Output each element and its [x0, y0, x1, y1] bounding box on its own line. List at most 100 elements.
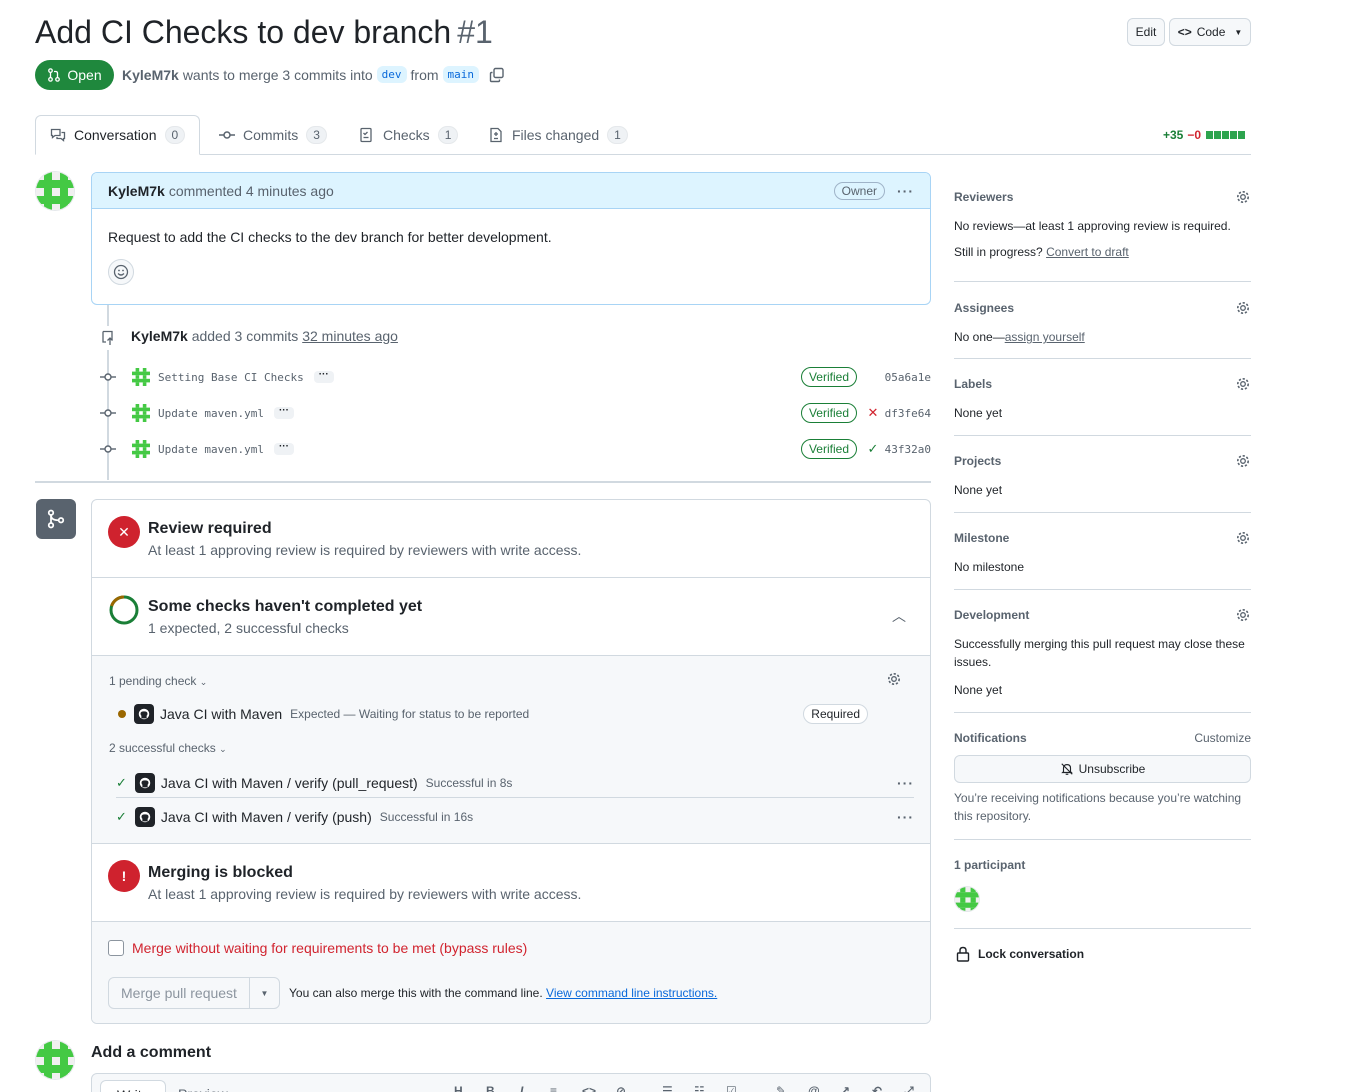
reviewers-header[interactable]: Reviewers	[954, 189, 1251, 205]
chevron-up-icon[interactable]: ︿	[892, 606, 906, 626]
assignees-header[interactable]: Assignees	[954, 300, 1251, 316]
expand-commit-button[interactable]: ···	[273, 442, 294, 455]
mention-icon[interactable]: @	[808, 1084, 820, 1092]
commit-sha-link[interactable]: 05a6a1e	[883, 371, 931, 384]
bypass-rules-option[interactable]: Merge without waiting for requirements t…	[108, 940, 527, 956]
preview-tab[interactable]: Preview	[162, 1080, 244, 1092]
gear-icon[interactable]	[1235, 530, 1251, 546]
comment-timestamp[interactable]: commented 4 minutes ago	[169, 183, 334, 199]
check-row-pending[interactable]: Java CI with Maven Expected — Waiting fo…	[118, 704, 868, 724]
avatar[interactable]	[35, 1040, 75, 1080]
participant-avatar[interactable]	[954, 886, 980, 912]
milestone-header[interactable]: Milestone	[954, 530, 1251, 546]
task-list-icon[interactable]: ☑	[726, 1084, 737, 1092]
base-branch-label[interactable]: dev	[376, 66, 407, 83]
reply-icon[interactable]: ↶	[872, 1084, 882, 1092]
bold-icon[interactable]: B	[486, 1084, 495, 1092]
x-failure-icon[interactable]: ✕	[863, 405, 883, 421]
merge-options-dropdown[interactable]: ▼	[248, 978, 279, 1008]
tab-files-changed[interactable]: Files changed 1	[488, 115, 628, 155]
assign-yourself-link[interactable]: assign yourself	[1005, 330, 1085, 344]
expand-commit-button[interactable]: ···	[313, 370, 334, 383]
write-tab[interactable]: Write	[100, 1080, 167, 1092]
tab-label: Checks	[383, 127, 430, 143]
owner-badge: Owner	[833, 181, 885, 200]
customize-link[interactable]: Customize	[1194, 731, 1251, 745]
comment-author[interactable]: KyleM7k	[108, 183, 165, 199]
tab-conversation[interactable]: Conversation 0	[35, 115, 201, 155]
kebab-menu-icon[interactable]: ···	[897, 775, 914, 791]
gear-icon[interactable]	[1235, 453, 1251, 469]
code-button[interactable]: <> Code ▼	[1169, 18, 1251, 46]
lock-conversation-label: Lock conversation	[978, 947, 1085, 961]
cross-reference-icon[interactable]: ↗	[840, 1084, 850, 1092]
unordered-list-icon[interactable]: ☷	[694, 1084, 705, 1092]
code-button-label: Code	[1196, 25, 1226, 39]
gear-icon[interactable]	[1235, 376, 1251, 392]
quote-icon[interactable]: ≡	[550, 1084, 557, 1092]
italic-icon[interactable]: I	[520, 1084, 523, 1092]
git-commit-icon	[100, 445, 116, 453]
commit-sha-link[interactable]: df3fe64	[883, 407, 931, 420]
notifications-reason: You’re receiving notifications because y…	[954, 791, 1242, 823]
gear-icon[interactable]	[1235, 607, 1251, 623]
required-badge: Required	[803, 704, 868, 724]
diffstat-deletions: −0	[1187, 128, 1202, 142]
merging-blocked-title: Merging is blocked	[148, 864, 293, 881]
comment-discussion-icon	[50, 128, 66, 142]
labels-title: Labels	[954, 377, 993, 391]
verified-badge[interactable]: Verified	[800, 367, 857, 387]
check-success-icon[interactable]: ✓	[863, 441, 883, 457]
edit-button[interactable]: Edit	[1127, 18, 1165, 46]
head-branch-label[interactable]: main	[442, 66, 480, 83]
tab-label: Commits	[243, 127, 299, 143]
avatar[interactable]	[35, 171, 75, 211]
fullscreen-icon[interactable]: ⤢	[904, 1084, 914, 1092]
convert-to-draft-link[interactable]: Convert to draft	[1046, 245, 1129, 259]
check-row-success[interactable]: ✓ Java CI with Maven / verify (push) Suc…	[116, 802, 914, 832]
expand-commit-button[interactable]: ···	[273, 406, 294, 419]
projects-header[interactable]: Projects	[954, 453, 1251, 469]
successful-checks-toggle[interactable]: 2 successful checks ⌄	[109, 741, 227, 755]
commit-message-link[interactable]: Update maven.yml	[158, 443, 264, 456]
merge-pull-request-button[interactable]: Merge pull request	[109, 985, 249, 1001]
verified-badge[interactable]: Verified	[800, 439, 857, 459]
tab-checks[interactable]: Checks 1	[359, 115, 459, 155]
bypass-label[interactable]: Merge without waiting for requirements t…	[132, 940, 527, 956]
kebab-menu-icon[interactable]: ···	[897, 809, 914, 825]
heading-icon[interactable]: H	[454, 1084, 463, 1092]
timeline-divider	[35, 481, 931, 483]
git-commit-icon	[219, 131, 235, 139]
copy-icon[interactable]	[489, 67, 505, 83]
pending-checks-label: 1 pending check	[109, 674, 197, 688]
development-header[interactable]: Development	[954, 607, 1251, 623]
add-reaction-button[interactable]	[108, 259, 134, 285]
gear-icon[interactable]	[1235, 189, 1251, 205]
review-required-subtitle: At least 1 approving review is required …	[148, 542, 582, 558]
tab-commits[interactable]: Commits 3	[219, 115, 327, 155]
check-row-success[interactable]: ✓ Java CI with Maven / verify (pull_requ…	[116, 768, 914, 798]
diffstat-additions: +35	[1163, 128, 1184, 142]
author-link[interactable]: KyleM7k	[122, 67, 179, 83]
unsubscribe-button[interactable]: Unsubscribe	[954, 755, 1251, 783]
verified-badge[interactable]: Verified	[800, 403, 857, 423]
kebab-menu-icon[interactable]: ···	[897, 183, 914, 199]
attach-icon[interactable]: ✎	[776, 1084, 786, 1092]
numbered-list-icon[interactable]: ☰	[662, 1084, 673, 1092]
commit-message-link[interactable]: Setting Base CI Checks	[158, 371, 304, 384]
event-time-link[interactable]: 32 minutes ago	[302, 328, 398, 344]
commit-sha-link[interactable]: 43f32a0	[883, 443, 931, 456]
event-author[interactable]: KyleM7k	[131, 328, 188, 344]
checks-summary-section[interactable]: Some checks haven't completed yet 1 expe…	[92, 578, 930, 656]
code-icon[interactable]: <>	[582, 1084, 596, 1092]
labels-header[interactable]: Labels	[954, 376, 1251, 392]
gear-icon[interactable]	[886, 671, 902, 687]
commit-message-link[interactable]: Update maven.yml	[158, 407, 264, 420]
lock-conversation-button[interactable]: Lock conversation	[956, 946, 1084, 962]
pending-checks-toggle[interactable]: 1 pending check ⌄	[109, 674, 207, 688]
link-icon[interactable]: ⊘	[616, 1084, 626, 1092]
cli-instructions-link[interactable]: View command line instructions.	[546, 986, 717, 1000]
reviewers-text: No reviews—at least 1 approving review i…	[954, 219, 1231, 233]
bypass-checkbox[interactable]	[108, 940, 124, 956]
gear-icon[interactable]	[1235, 300, 1251, 316]
